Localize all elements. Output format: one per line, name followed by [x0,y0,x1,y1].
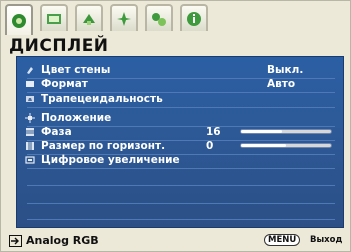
phase-slider-fill [241,130,282,133]
divider [27,203,335,204]
menu-panel: Цвет стены Выкл. Формат Авто Трапецеидал… [16,56,344,228]
divider [27,107,335,108]
hsize-label: Размер по горизонт. [41,140,166,152]
zoom-label: Цифровое увеличение [41,154,180,166]
aspect-icon [25,79,35,89]
phase-icon [25,127,35,137]
menu-key-badge: MENU [264,234,301,246]
keystone-label: Трапецеидальность [41,93,163,105]
menu-item-keystone[interactable]: Трапецеидальность [17,91,343,107]
tab-system-setup[interactable] [110,4,138,31]
menu-item-zoom[interactable]: Цифровое увеличение [17,152,343,168]
tab-source[interactable] [75,4,103,31]
input-source-label: Analog RGB [26,234,99,247]
phase-value: 16 [206,126,221,138]
advanced-setup-icon [152,12,166,26]
system-setup-icon [117,11,131,26]
wall-color-icon [25,65,35,75]
hsize-value: 0 [206,140,214,152]
divider [27,185,335,186]
hsize-slider-fill [241,144,286,147]
status-bar: Analog RGB MENU Выход [9,233,346,249]
tab-advanced-setup[interactable] [145,4,173,31]
wall-color-label: Цвет стены [41,64,111,76]
tab-picture[interactable] [40,4,68,31]
hsize-icon [25,141,35,151]
menu-tabs [5,4,305,35]
menu-item-aspect[interactable]: Формат Авто [17,76,343,92]
information-icon [187,11,201,26]
position-icon [25,113,35,123]
picture-icon [47,13,61,24]
zoom-icon [25,155,35,165]
exit-label: Выход [310,235,343,245]
keystone-icon [25,94,35,104]
wall-color-value: Выкл. [267,64,304,76]
position-label: Положение [41,112,112,124]
page-title: ДИСПЛЕЙ [9,36,109,56]
hsize-slider[interactable] [240,143,332,148]
phase-slider[interactable] [240,129,332,134]
source-icon [83,13,95,25]
display-icon [12,13,26,28]
tab-information[interactable] [180,4,208,31]
divider [27,168,335,169]
aspect-value: Авто [267,78,296,90]
aspect-label: Формат [41,78,88,90]
input-source-icon [9,235,22,250]
tab-display[interactable] [5,4,33,35]
projector-osd: ДИСПЛЕЙ Цвет стены Выкл. Формат Авто Тра… [0,0,351,252]
phase-label: Фаза [41,126,72,138]
divider [27,219,335,220]
